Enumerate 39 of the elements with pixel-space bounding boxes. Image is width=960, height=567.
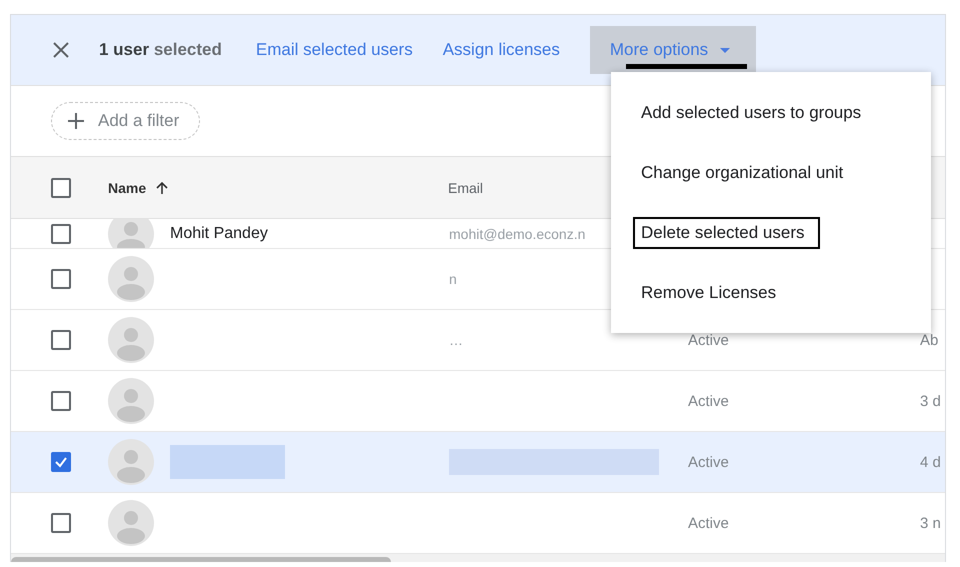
checkbox[interactable]: [51, 269, 71, 289]
plus-icon: [68, 113, 84, 129]
menu-item[interactable]: Add selected users to groups: [633, 97, 870, 129]
action-link[interactable]: Assign licenses: [442, 40, 560, 60]
checkbox[interactable]: [51, 178, 71, 198]
status-text: Active: [688, 392, 729, 410]
table-cell: 3 n: [920, 514, 941, 532]
avatar-icon: [108, 317, 154, 363]
avatar-icon: [108, 256, 154, 302]
table-cell: 4 d: [920, 454, 941, 470]
close-icon[interactable]: [53, 42, 69, 58]
status-text: Active: [688, 332, 729, 348]
avatar-icon: [108, 500, 154, 546]
status-text: Active: [688, 514, 729, 532]
status-text: Active: [688, 454, 729, 470]
checkbox[interactable]: [51, 391, 71, 411]
menu-item[interactable]: Remove Licenses: [633, 277, 784, 309]
add-filter-button[interactable]: Add a filter: [51, 102, 200, 140]
table-cell: 3 d: [920, 392, 941, 410]
selection-count: 1 user selected: [99, 40, 222, 60]
checkbox[interactable]: [51, 330, 71, 350]
sort-arrow-icon[interactable]: [156, 182, 168, 194]
column-header[interactable]: Email: [448, 180, 484, 196]
action-link[interactable]: Email selected users: [256, 40, 413, 60]
user-email: mohit@demo.econz.n: [449, 226, 586, 242]
checkbox[interactable]: [51, 452, 71, 472]
checkbox[interactable]: [51, 224, 71, 244]
table-row[interactable]: Active 4 d: [11, 432, 945, 493]
user-email: …: [449, 332, 463, 348]
checkbox[interactable]: [51, 513, 71, 533]
avatar-icon: [108, 439, 154, 485]
menu-item[interactable]: Change organizational unit: [633, 157, 852, 189]
menu-item[interactable]: Delete selected users: [633, 217, 820, 249]
user-email: n: [449, 271, 457, 287]
avatar-icon: [108, 378, 154, 424]
caret-icon: [720, 48, 730, 52]
user-name: Mohit Pandey: [170, 224, 268, 242]
column-header[interactable]: Name: [108, 180, 146, 196]
table-cell: Ab: [920, 332, 938, 348]
